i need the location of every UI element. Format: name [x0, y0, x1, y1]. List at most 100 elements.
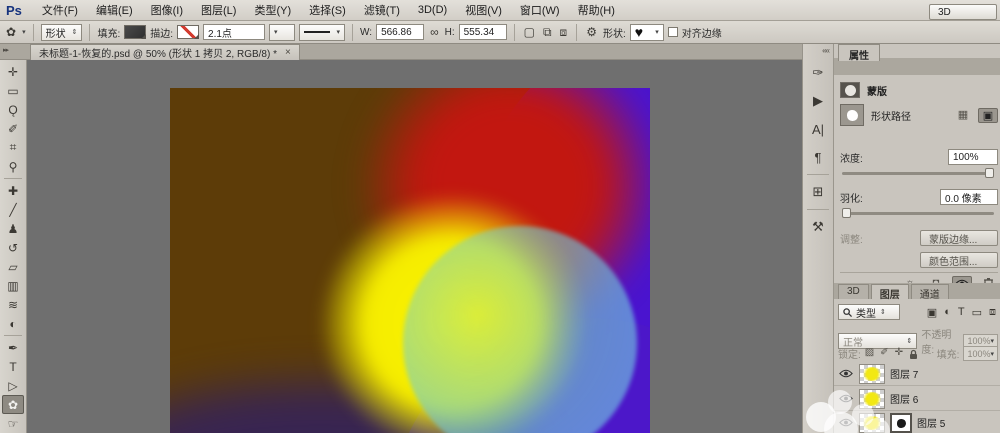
move-tool[interactable]: ✛ [2, 62, 24, 81]
menu-window[interactable]: 窗口(W) [512, 0, 568, 20]
character-panel-icon[interactable]: A| [806, 117, 830, 141]
menu-filter[interactable]: 滤镜(T) [356, 0, 408, 20]
custom-shape-picker[interactable]: ♥ ▾ [630, 24, 664, 41]
filter-smart-icon[interactable]: ⧈ [989, 306, 996, 319]
expand-panels-icon[interactable]: «« [822, 46, 829, 55]
fill-swatch[interactable] [124, 25, 146, 39]
density-slider[interactable] [842, 172, 994, 175]
photoshop-logo: Ps [6, 3, 22, 18]
brush-presets-panel-icon[interactable]: ✑ [806, 61, 830, 85]
hand-tool[interactable]: ☞ [2, 414, 24, 433]
menu-file[interactable]: 文件(F) [34, 0, 86, 20]
filter-type-icon[interactable]: T [958, 306, 965, 319]
custom-shape-tool[interactable]: ✿ [2, 395, 24, 414]
smudge-tool[interactable]: ≋ [2, 295, 24, 314]
stroke-type-dropdown[interactable]: ▾ [299, 24, 345, 41]
menu-layer[interactable]: 图层(L) [193, 0, 244, 20]
filter-adjustment-icon[interactable]: ◐ [944, 306, 951, 319]
link-dimensions-icon[interactable]: ∞ [428, 25, 441, 39]
layer-name[interactable]: 图层 7 [890, 366, 918, 381]
workspace-switcher[interactable]: 3D [929, 4, 997, 20]
tab-channels[interactable]: 通道 [911, 284, 949, 299]
pen-tool[interactable]: ✒ [2, 338, 24, 357]
menu-select[interactable]: 选择(S) [301, 0, 354, 20]
brush-tool[interactable]: ╱ [2, 200, 24, 219]
dodge-tool[interactable]: ◐ [2, 314, 24, 333]
stroke-width-field[interactable]: 2.1点 [203, 24, 265, 40]
feather-field[interactable]: 0.0 像素 [940, 189, 998, 205]
document-canvas[interactable] [170, 88, 650, 433]
density-slider-handle[interactable] [985, 168, 994, 178]
color-range-button[interactable]: 颜色范围... [920, 252, 998, 268]
menu-image[interactable]: 图像(I) [143, 0, 191, 20]
path-operations-icon[interactable]: ▢ [522, 25, 537, 39]
clone-source-panel-icon[interactable]: ⊞ [806, 180, 830, 204]
tab-3d[interactable]: 3D [838, 284, 869, 299]
tool-preset-icon[interactable]: ✿ [4, 25, 18, 39]
vector-mask-thumbnail[interactable] [890, 413, 912, 433]
filter-pixel-icon[interactable]: ▣ [927, 306, 937, 319]
path-alignment-icon[interactable]: ⧉ [541, 25, 554, 40]
document-tab[interactable]: 未标题-1-恢复的.psd @ 50% (形状 1 拷贝 2, RGB/8) *… [30, 44, 300, 60]
collapsed-panels-strip: «« ✑ ▶ A| ¶ ⊞ ⚒ [802, 44, 833, 433]
shape-path-thumbnail[interactable] [840, 104, 864, 126]
eraser-tool[interactable]: ▱ [2, 257, 24, 276]
menu-3d[interactable]: 3D(D) [410, 2, 455, 18]
stroke-swatch[interactable] [177, 25, 199, 39]
layer-row-7[interactable]: 图层 7 [834, 362, 1000, 386]
align-edges-checkbox[interactable] [668, 27, 678, 37]
feather-slider-handle[interactable] [842, 208, 851, 218]
fill-opacity-field[interactable]: 100% ▾ [963, 346, 998, 361]
gradient-tool[interactable]: ▥ [2, 276, 24, 295]
crop-tool[interactable]: ⌗ [2, 138, 24, 157]
right-panel: 属性 蒙版 形状路径 ▦ ▣ 浓度: 100% 羽化: 0.0 像素 调整: 蒙… [833, 44, 1000, 433]
tab-properties[interactable]: 属性 [838, 44, 880, 61]
lock-position-icon[interactable]: ✛ [895, 347, 903, 360]
lasso-tool[interactable]: Ǫ [2, 100, 24, 119]
close-icon[interactable]: × [285, 47, 291, 58]
marquee-tool[interactable]: ▭ [2, 81, 24, 100]
add-vector-mask-icon[interactable]: ▣ [978, 108, 998, 123]
canvas-workspace[interactable] [27, 60, 802, 433]
stroke-width-dropdown[interactable]: ▾ [269, 24, 295, 41]
menu-edit[interactable]: 编辑(E) [88, 0, 141, 20]
toolbar-collapse-icon[interactable]: ▸▸ [3, 46, 8, 54]
quick-select-tool[interactable]: ✐ [2, 119, 24, 138]
healing-brush-tool[interactable]: ✚ [2, 181, 24, 200]
history-brush-tool[interactable]: ↺ [2, 238, 24, 257]
add-pixel-mask-icon[interactable]: ▦ [953, 108, 973, 123]
lock-pixels-icon[interactable]: ✐ [880, 347, 888, 360]
path-select-tool[interactable]: ▷ [2, 376, 24, 395]
actions-panel-icon[interactable]: ▶ [806, 89, 830, 113]
eyedropper-tool[interactable]: ⚲ [2, 157, 24, 176]
menu-view[interactable]: 视图(V) [457, 0, 510, 20]
layer-thumbnail[interactable] [859, 364, 885, 384]
path-arrange-icon[interactable]: ⧈ [558, 25, 570, 40]
mask-edge-button[interactable]: 蒙版边缘... [920, 230, 998, 246]
menu-help[interactable]: 帮助(H) [570, 0, 623, 20]
shape-height-field[interactable]: 555.34 [459, 24, 507, 40]
lock-transparent-icon[interactable]: ▨ [865, 347, 874, 360]
type-tool[interactable]: T [2, 357, 24, 376]
divider [807, 209, 829, 210]
filter-shape-icon[interactable]: ▭ [972, 306, 982, 319]
lock-all-icon[interactable] [909, 347, 918, 360]
layer-name[interactable]: 图层 6 [890, 391, 918, 406]
paragraph-panel-icon[interactable]: ¶ [806, 145, 830, 169]
clone-stamp-tool[interactable]: ♟ [2, 219, 24, 238]
feather-slider[interactable] [842, 212, 994, 215]
tool-mode-select[interactable]: 形状 ⇕ [41, 24, 83, 41]
tool-presets-panel-icon[interactable]: ⚒ [806, 215, 830, 239]
visibility-eye-icon[interactable] [838, 366, 854, 382]
density-value: 100% [953, 152, 979, 163]
layer-filter-dropdown[interactable]: 类型 ⇕ [838, 304, 900, 320]
density-field[interactable]: 100% [948, 149, 998, 165]
tool-preset-arrow[interactable]: ▾ [22, 28, 26, 36]
shape-width-field[interactable]: 566.86 [376, 24, 424, 40]
menu-type[interactable]: 类型(Y) [246, 0, 299, 20]
width-label: W: [360, 27, 372, 38]
gear-icon[interactable]: ⚙ [584, 25, 599, 39]
mask-thumbnail[interactable] [840, 82, 860, 98]
tab-layers[interactable]: 图层 [871, 284, 909, 299]
layer-name[interactable]: 图层 5 [917, 415, 945, 430]
